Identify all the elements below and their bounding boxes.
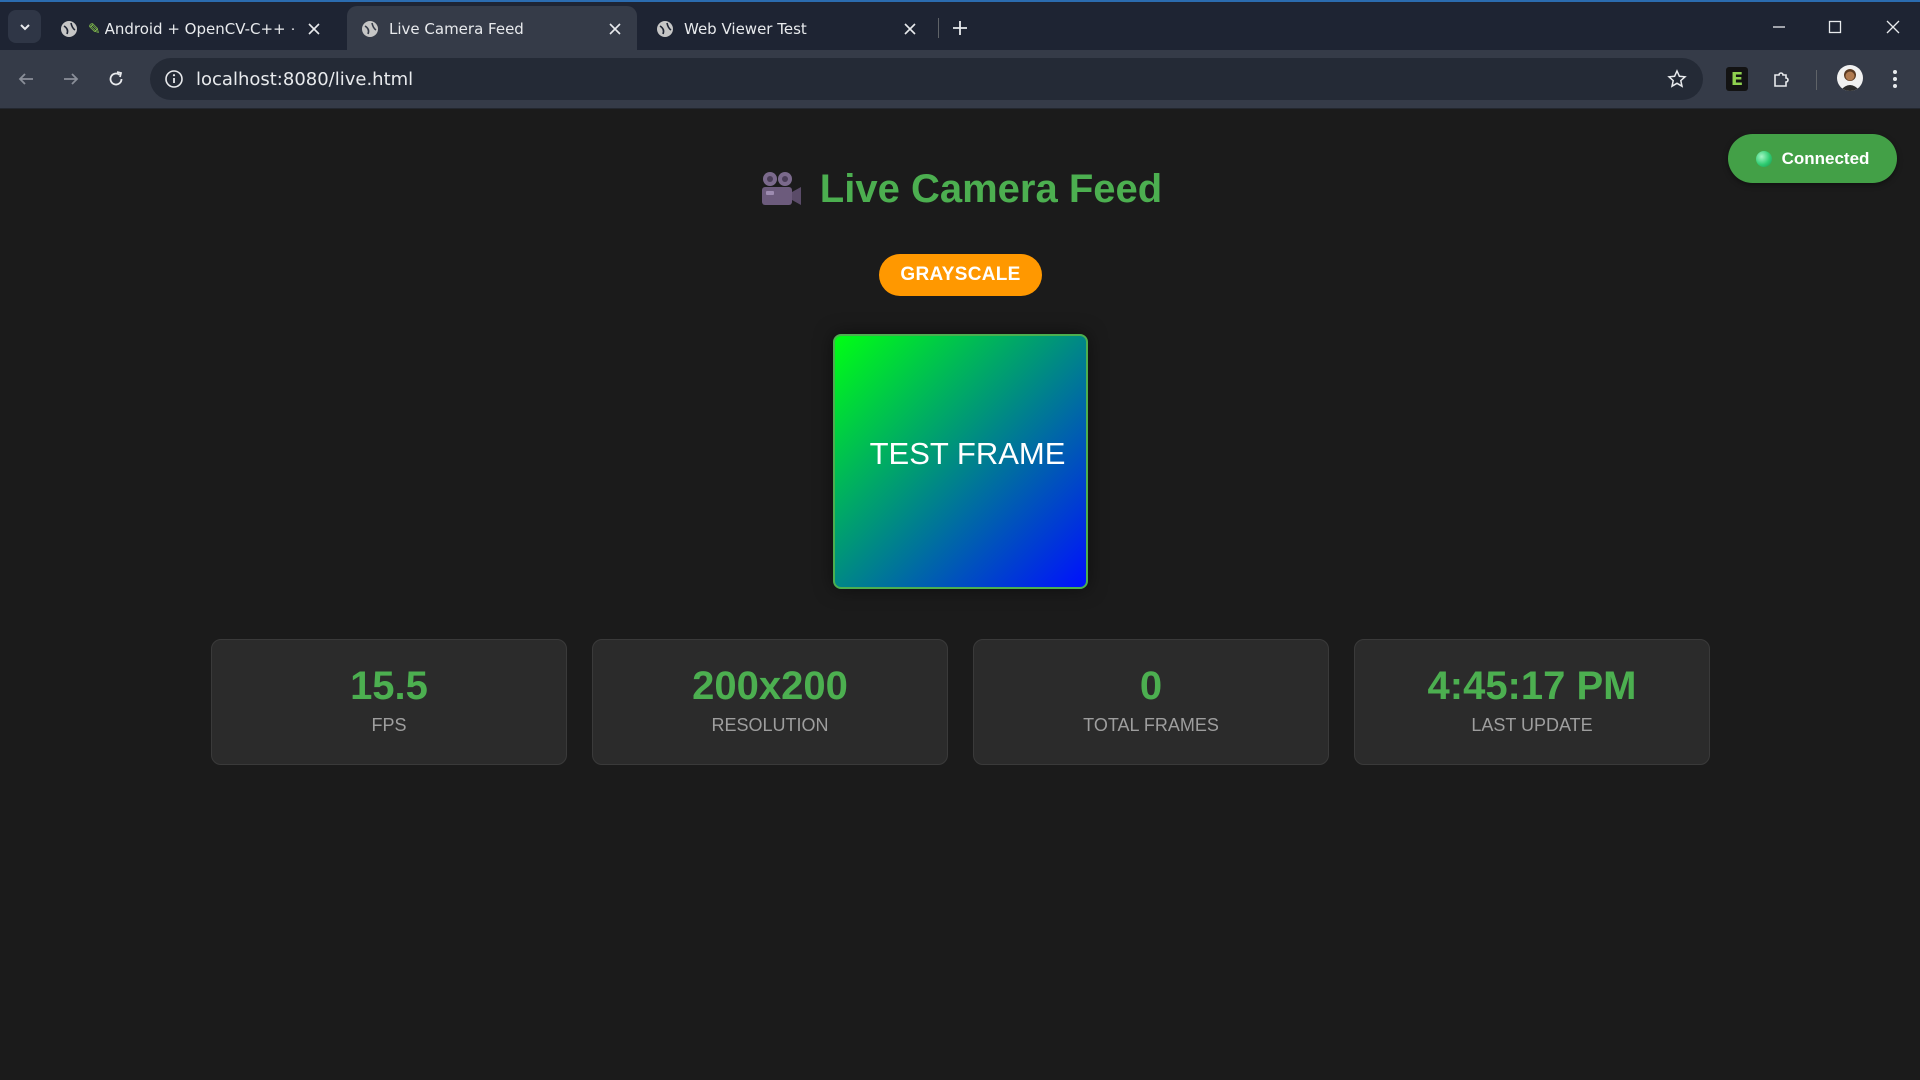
maximize-icon — [1828, 20, 1842, 34]
bookmark-star-icon[interactable] — [1665, 67, 1689, 91]
stat-card-total-frames: 0 TOTAL FRAMES — [973, 639, 1329, 765]
extension-e-icon[interactable]: E — [1726, 67, 1748, 91]
tab-live-camera-feed[interactable]: Live Camera Feed — [347, 6, 637, 52]
stat-card-fps: 15.5 FPS — [211, 639, 567, 765]
close-icon — [1886, 20, 1900, 34]
maximize-button[interactable] — [1820, 12, 1850, 42]
profile-avatar[interactable] — [1837, 65, 1863, 91]
site-info-icon[interactable] — [162, 67, 186, 91]
page-content: Connected Live Camera Feed GRAYSCALE TES… — [0, 109, 1920, 1080]
stat-value: 200x200 — [692, 664, 848, 708]
globe-icon — [61, 21, 77, 37]
plus-icon — [953, 21, 967, 35]
stat-card-last-update: 4:45:17 PM LAST UPDATE — [1354, 639, 1710, 765]
stat-value: 15.5 — [350, 664, 428, 708]
stat-label: RESOLUTION — [711, 715, 829, 735]
tab-web-viewer-test[interactable]: Web Viewer Test — [642, 6, 932, 52]
pencil-icon: ✎ — [88, 20, 101, 38]
reload-icon — [109, 71, 123, 86]
arrow-left-icon — [18, 73, 33, 85]
filter-mode-badge: GRAYSCALE — [879, 254, 1042, 296]
menu-button[interactable] — [1880, 64, 1910, 94]
arrow-right-icon — [64, 73, 79, 85]
connection-status-text: Connected — [1781, 148, 1870, 168]
tab-separator — [938, 18, 939, 38]
tab-search-button[interactable] — [8, 10, 41, 43]
tab-title: Android + OpenCV-C++ + · — [104, 20, 294, 38]
page-title: Live Camera Feed — [819, 167, 1163, 211]
movie-camera-icon — [761, 171, 801, 205]
forward-button[interactable] — [56, 64, 86, 94]
stat-value: 0 — [1139, 664, 1163, 708]
tab-strip: ✎ Android + OpenCV-C++ + · Live Camera F… — [0, 0, 1920, 52]
extensions-button[interactable] — [1767, 64, 1797, 94]
tab-title: Web Viewer Test — [684, 20, 807, 38]
close-icon[interactable] — [302, 17, 326, 41]
stat-label: FPS — [371, 715, 407, 735]
minimize-button[interactable] — [1764, 12, 1794, 42]
chevron-down-icon — [19, 23, 30, 30]
browser-toolbar: localhost:8080/live.html E — [0, 50, 1920, 109]
page-heading: Live Camera Feed — [0, 167, 1920, 212]
url-text[interactable]: localhost:8080/live.html — [196, 69, 413, 90]
kebab-menu-icon — [1893, 70, 1897, 88]
camera-frame-image: TEST FRAME — [833, 334, 1088, 589]
globe-icon — [657, 21, 673, 37]
close-icon[interactable] — [603, 17, 627, 41]
minimize-icon — [1773, 26, 1785, 28]
address-bar[interactable]: localhost:8080/live.html — [150, 58, 1703, 100]
back-button[interactable] — [11, 64, 41, 94]
tab-title: Live Camera Feed — [389, 20, 524, 38]
status-dot-icon — [1755, 150, 1772, 167]
reload-button[interactable] — [101, 64, 131, 94]
close-window-button[interactable] — [1878, 12, 1908, 42]
frame-text: TEST FRAME — [869, 435, 1066, 471]
toolbar-separator — [1816, 70, 1817, 90]
puzzle-icon — [1774, 72, 1789, 87]
globe-icon — [362, 21, 378, 37]
tab-android-opencv[interactable]: ✎ Android + OpenCV-C++ + · — [46, 6, 336, 52]
stat-label: TOTAL FRAMES — [1083, 715, 1219, 735]
stat-label: LAST UPDATE — [1471, 715, 1593, 735]
close-icon[interactable] — [898, 17, 922, 41]
stat-value: 4:45:17 PM — [1427, 664, 1637, 708]
stat-card-resolution: 200x200 RESOLUTION — [592, 639, 948, 765]
new-tab-button[interactable] — [946, 14, 974, 42]
